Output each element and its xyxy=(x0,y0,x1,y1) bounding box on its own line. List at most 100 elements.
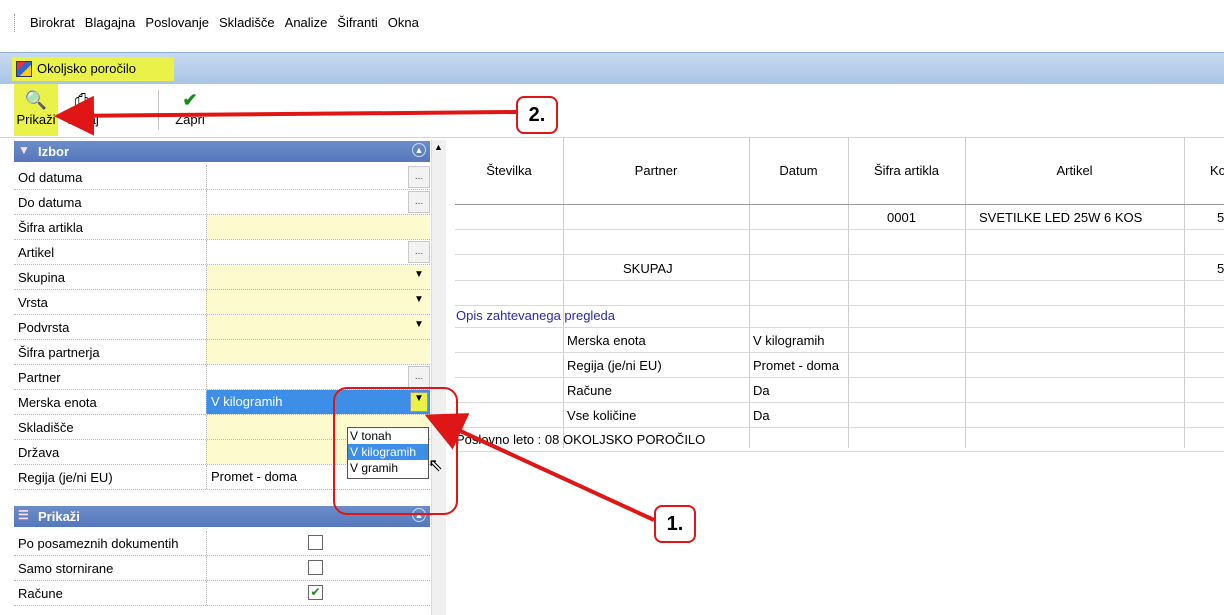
cell-skupaj: SKUPAJ xyxy=(623,261,673,276)
cell-sifra-artikla: 0001 xyxy=(887,210,916,225)
window-title-bar: Okoljsko poročilo xyxy=(0,52,1224,84)
report-icon xyxy=(16,61,32,77)
field-label: Partner xyxy=(18,370,61,385)
ellipsis-button[interactable]: ... xyxy=(408,366,430,388)
print-button[interactable]: ⎙ Tiskaj xyxy=(60,84,104,136)
row-divider xyxy=(455,352,1224,353)
field-label: Samo stornirane xyxy=(18,561,114,576)
row-divider xyxy=(455,305,1224,306)
col-header-artikel[interactable]: Artikel xyxy=(965,138,1184,204)
sifra-partnerja-input[interactable] xyxy=(206,340,430,364)
field-label: Vrsta xyxy=(18,295,48,310)
show-button[interactable]: 🔍 Prikaži xyxy=(14,84,58,136)
chevron-up-icon[interactable]: ▲ xyxy=(412,143,426,157)
annotation-step-1: 1. xyxy=(654,505,696,543)
row-do-datuma: Do datuma ... xyxy=(14,190,430,215)
menu-sifranti[interactable]: Šifranti xyxy=(337,15,383,30)
opis-label: Račune xyxy=(567,383,612,398)
row-skupina: Skupina ▼ xyxy=(14,265,430,290)
pin-icon: ☰ xyxy=(18,508,29,522)
row-divider xyxy=(455,451,1224,452)
collapse-icon: ▼ xyxy=(18,143,30,157)
row-artikel: Artikel ... xyxy=(14,240,430,265)
opis-label: Regija (je/ni EU) xyxy=(567,358,662,373)
opis-value: Da xyxy=(753,408,770,423)
partner-input[interactable]: ... xyxy=(206,365,430,389)
field-label: Artikel xyxy=(18,245,55,260)
podvrsta-select[interactable]: ▼ xyxy=(206,315,430,339)
menu-blagajna[interactable]: Blagajna xyxy=(85,15,142,30)
close-button-label: Zapri xyxy=(175,112,205,127)
col-header-partner[interactable]: Partner xyxy=(563,138,749,204)
izbor-section-header[interactable]: ▼ Izbor ▲ xyxy=(14,141,430,162)
do-datuma-input[interactable]: ... xyxy=(206,190,430,214)
menu-skladisce[interactable]: Skladišče xyxy=(219,15,281,30)
skupina-select[interactable]: ▼ xyxy=(206,265,430,289)
window-title: Okoljsko poročilo xyxy=(37,61,136,76)
field-label: Država xyxy=(18,445,60,460)
field-label: Regija (je/ni EU) xyxy=(18,470,113,485)
field-label: Šifra artikla xyxy=(18,220,84,235)
field-label: Po posameznih dokumentih xyxy=(18,536,179,551)
row-divider xyxy=(455,229,1224,230)
cell-artikel: SVETILKE LED 25W 6 KOS xyxy=(979,210,1143,225)
racune-checkbox[interactable]: ✔ xyxy=(308,585,323,600)
print-options-dash[interactable]: _ xyxy=(112,102,119,117)
row-podvrsta: Podvrsta ▼ xyxy=(14,315,430,340)
dropdown-arrow-icon[interactable]: ▼ xyxy=(410,269,428,285)
col-header-datum[interactable]: Datum xyxy=(749,138,848,204)
row-sifra-artikla: Šifra artikla xyxy=(14,215,430,240)
panel-scrollbar[interactable]: ▲ xyxy=(431,140,446,615)
filter-panel: ▼ Izbor ▲ Od datuma ... Do datuma ... Ši… xyxy=(14,140,446,615)
row-divider xyxy=(455,377,1224,378)
toolbar-separator xyxy=(158,90,159,130)
vrsta-select[interactable]: ▼ xyxy=(206,290,430,314)
field-value: V kilogramih xyxy=(211,394,283,409)
row-racune: Račune ✔ xyxy=(14,581,430,606)
menu-poslovanje[interactable]: Poslovanje xyxy=(145,15,215,30)
field-label: Podvrsta xyxy=(18,320,70,335)
od-datuma-input[interactable]: ... xyxy=(206,165,430,189)
row-divider xyxy=(455,327,1224,328)
prikazi-section-title: Prikaži xyxy=(38,509,80,524)
menu-birokrat[interactable]: Birokrat xyxy=(30,15,81,30)
checkmark-icon: ✔ xyxy=(182,90,198,110)
annotation-highlight-ring xyxy=(333,387,458,515)
opis-label: Vse količine xyxy=(567,408,637,423)
ellipsis-button[interactable]: ... xyxy=(408,191,430,213)
field-label: Od datuma xyxy=(18,170,83,185)
field-label: Merska enota xyxy=(18,395,97,410)
show-button-label: Prikaži xyxy=(16,112,56,127)
menu-okna[interactable]: Okna xyxy=(388,15,425,30)
ellipsis-button[interactable]: ... xyxy=(408,166,430,188)
row-divider xyxy=(455,427,1224,428)
menu-analize[interactable]: Analize xyxy=(285,15,334,30)
samo-stornirane-checkbox[interactable] xyxy=(308,560,323,575)
izbor-section-title: Izbor xyxy=(38,144,70,159)
opis-title: Opis zahtevanega pregleda xyxy=(456,308,616,323)
artikel-input[interactable]: ... xyxy=(206,240,430,264)
field-value: Promet - doma xyxy=(211,469,297,484)
field-label: Skladišče xyxy=(18,420,74,435)
sifra-artikla-input[interactable] xyxy=(206,215,430,239)
printer-icon: ⎙ xyxy=(74,90,90,110)
report-grid: Številka Partner Datum Šifra artikla Art… xyxy=(455,138,1224,615)
col-header-kolicina[interactable]: Koli xyxy=(1184,138,1224,204)
print-button-label: Tiskaj xyxy=(65,112,99,127)
close-button[interactable]: ✔ Zapri xyxy=(170,84,210,136)
cell-skupaj-kolicina: 5 xyxy=(1217,261,1224,276)
row-sifra-partnerja: Šifra partnerja xyxy=(14,340,430,365)
menu-bar: Birokrat Blagajna Poslovanje Skladišče A… xyxy=(0,0,1224,52)
po-dokumentih-checkbox[interactable] xyxy=(308,535,323,550)
dropdown-arrow-icon[interactable]: ▼ xyxy=(410,294,428,310)
field-label: Račune xyxy=(18,586,63,601)
toolbar: 🔍 Prikaži ⎙ Tiskaj _ ✔ Zapri xyxy=(0,84,1224,138)
row-divider xyxy=(455,254,1224,255)
row-samo-stornirane: Samo stornirane xyxy=(14,556,430,581)
col-header-sifra-artikla[interactable]: Šifra artikla xyxy=(848,138,965,204)
col-header-stevilka[interactable]: Številka xyxy=(455,138,563,204)
row-od-datuma: Od datuma ... xyxy=(14,165,430,190)
ellipsis-button[interactable]: ... xyxy=(408,241,430,263)
scroll-up-icon[interactable]: ▲ xyxy=(434,142,443,152)
dropdown-arrow-icon[interactable]: ▼ xyxy=(410,319,428,335)
